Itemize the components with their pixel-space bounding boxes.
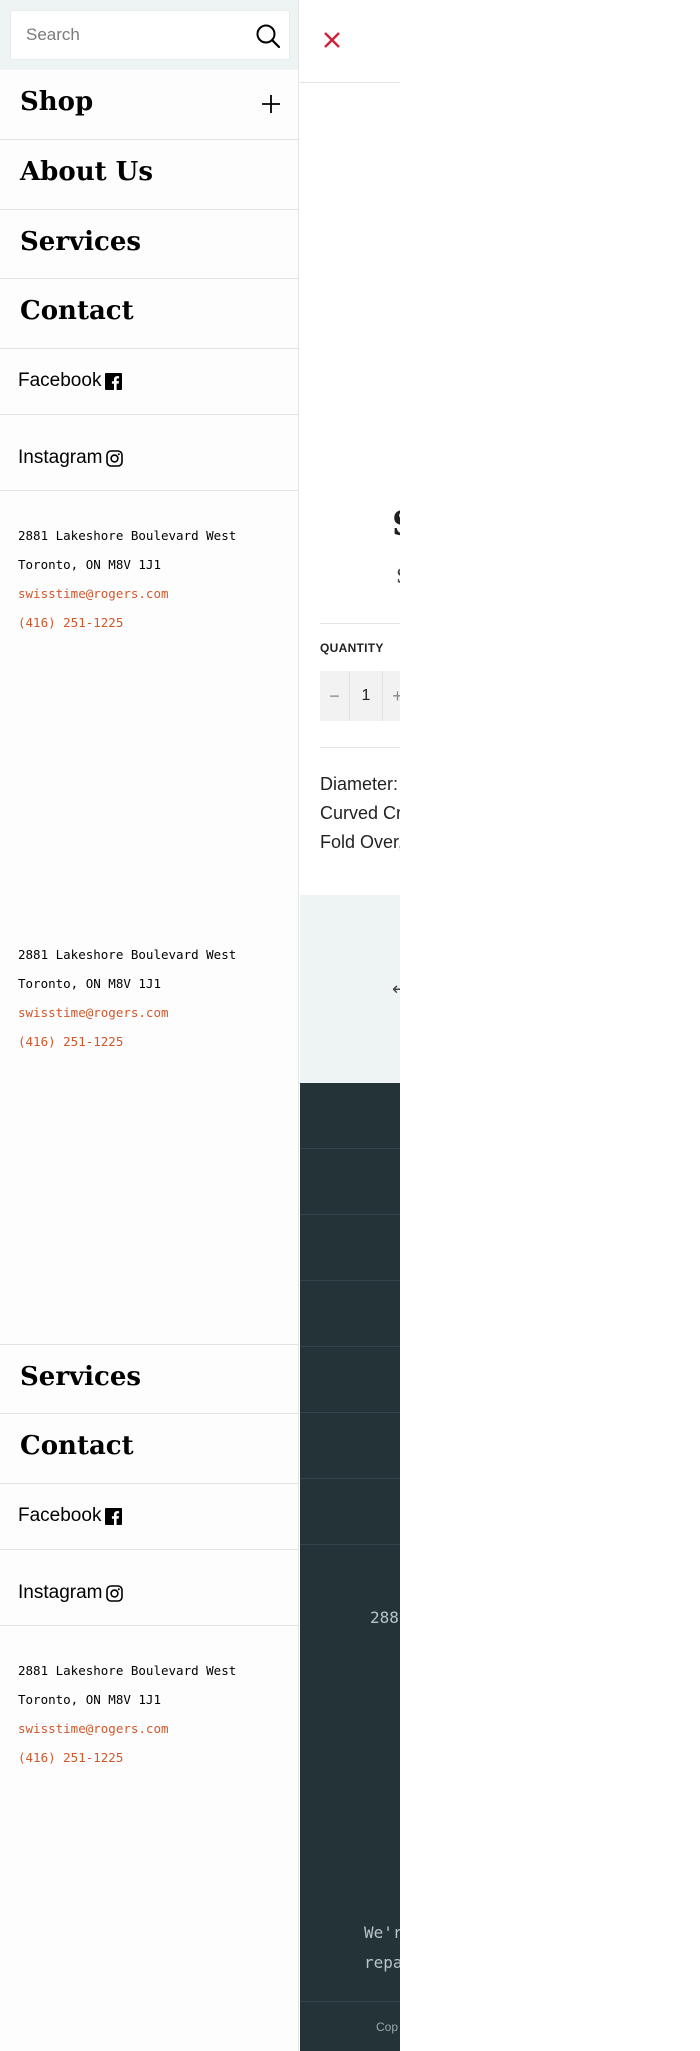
contact-block: 2881 Lakeshore Boulevard West Toronto, O… [18, 940, 236, 1056]
facebook-icon [105, 372, 123, 390]
divider [320, 623, 400, 624]
nav-item-about-us[interactable]: About Us [0, 140, 298, 210]
contact-block: 2881 Lakeshore Boulevard West Toronto, O… [18, 521, 236, 637]
address-line: 2881 Lakeshore Boulevard West [18, 947, 237, 962]
nav-item-services[interactable]: Services [0, 1344, 298, 1414]
description-line: Curved Cr [320, 803, 400, 823]
instagram-icon [106, 1584, 124, 1602]
blank-area [400, 0, 700, 2051]
social-instagram[interactable]: Instagram [0, 415, 298, 491]
footer-divider [300, 1478, 400, 1479]
address-city: Toronto, ON M8V 1J1 [18, 976, 161, 991]
arrow-left-icon[interactable]: ← [392, 979, 400, 1000]
footer-divider [300, 1214, 400, 1215]
instagram-icon [106, 449, 124, 467]
search-icon[interactable] [255, 23, 281, 49]
address-city: Toronto, ON M8V 1J1 [18, 1692, 161, 1707]
tagline-line: We'r [364, 1923, 400, 1942]
search-bar [0, 0, 298, 70]
mobile-menu-drawer: Shop About Us Services Contact Facebook … [0, 0, 299, 2051]
email-link[interactable]: swisstime@rogers.com [18, 1714, 236, 1743]
social-link-instagram[interactable]: Instagram [18, 1582, 124, 1604]
product-title: S [392, 504, 400, 544]
nav-item-label: Contact [20, 296, 134, 326]
social-facebook[interactable]: Facebook [0, 1484, 298, 1550]
product-description: Diameter: Curved Cr Fold Over, [320, 770, 400, 857]
footer-divider [300, 1280, 400, 1281]
quantity-label: QUANTITY [320, 641, 384, 655]
address-city: Toronto, ON M8V 1J1 [18, 557, 161, 572]
footer-copyright: Cop [376, 2020, 399, 2034]
search-input[interactable] [11, 11, 241, 59]
nav-item-contact[interactable]: Contact [0, 1414, 298, 1484]
social-instagram[interactable]: Instagram [0, 1550, 298, 1626]
nav-item-label: Shop [20, 87, 94, 117]
footer-divider [300, 1346, 400, 1347]
instagram-label: Instagram [18, 447, 103, 468]
quantity-decrease-button[interactable]: − [320, 671, 350, 721]
footer-divider [300, 2001, 400, 2002]
facebook-label: Facebook [18, 370, 102, 391]
phone-link[interactable]: (416) 251-1225 [18, 1743, 236, 1772]
phone-link[interactable]: (416) 251-1225 [18, 1027, 236, 1056]
product-page-panel: S S QUANTITY − 1 + Diameter: Curved Cr F… [300, 0, 400, 2051]
footer-tagline: We'r repairs [364, 1918, 400, 1978]
description-line: Fold Over, [320, 832, 400, 852]
footer-divider [300, 1412, 400, 1413]
social-link-instagram[interactable]: Instagram [18, 447, 124, 469]
quantity-stepper: − 1 + [320, 671, 400, 721]
contact-block: 2881 Lakeshore Boulevard West Toronto, O… [18, 1656, 236, 1772]
facebook-icon [105, 1507, 123, 1525]
instagram-label: Instagram [18, 1582, 103, 1603]
nav-item-label: Services [20, 1362, 142, 1392]
social-link-facebook[interactable]: Facebook [18, 1505, 123, 1527]
footer-address: 2881 [370, 1608, 400, 1627]
footer-divider [300, 1148, 400, 1149]
facebook-label: Facebook [18, 1505, 102, 1526]
description-line: Diameter: [320, 774, 399, 794]
quantity-increase-button[interactable]: + [382, 671, 400, 721]
email-link[interactable]: swisstime@rogers.com [18, 998, 236, 1027]
nav-item-label: Services [20, 227, 142, 257]
close-icon[interactable] [322, 30, 342, 50]
nav-item-label: About Us [20, 157, 153, 187]
search-box [10, 10, 290, 60]
divider [320, 747, 400, 748]
footer-divider [300, 1544, 400, 1545]
nav-item-shop[interactable]: Shop [0, 70, 298, 140]
email-link[interactable]: swisstime@rogers.com [18, 579, 236, 608]
nav-item-contact[interactable]: Contact [0, 279, 298, 349]
nav-item-label: Contact [20, 1431, 134, 1461]
phone-link[interactable]: (416) 251-1225 [18, 608, 236, 637]
quantity-input[interactable]: 1 [350, 671, 382, 721]
social-link-facebook[interactable]: Facebook [18, 370, 123, 392]
social-facebook[interactable]: Facebook [0, 349, 298, 415]
address-line: 2881 Lakeshore Boulevard West [18, 528, 237, 543]
product-pager: ← [300, 895, 400, 1083]
site-footer: 2881 We'r repairs Cop [300, 1083, 400, 2051]
tagline-line: repairs [364, 1953, 400, 1972]
nav-item-services[interactable]: Services [0, 210, 298, 279]
plus-icon[interactable] [261, 94, 281, 114]
address-line: 2881 Lakeshore Boulevard West [18, 1663, 237, 1678]
header-divider [300, 82, 400, 83]
